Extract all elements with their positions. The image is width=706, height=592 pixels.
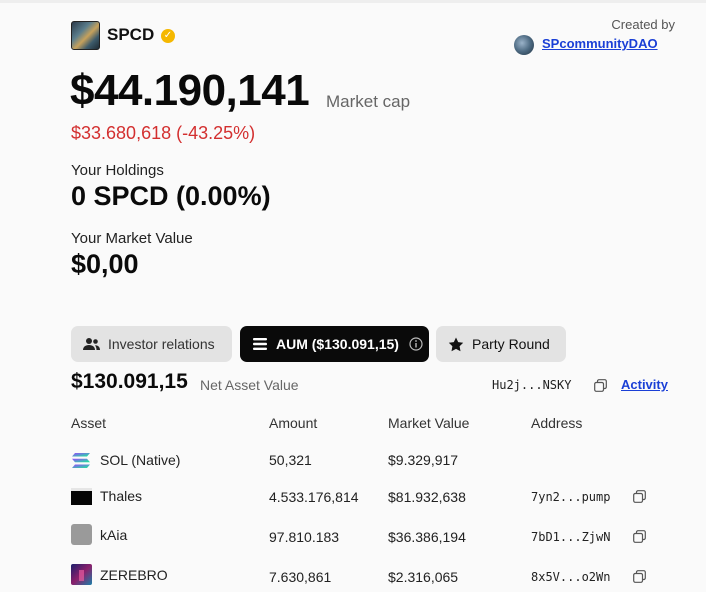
- net-asset-value: $130.091,15: [71, 370, 188, 393]
- asset-name: kAia: [100, 527, 128, 543]
- asset-amount: 97.810.183: [269, 529, 340, 545]
- asset-name: Thales: [100, 488, 143, 504]
- copy-icon[interactable]: [633, 570, 646, 583]
- market-value-amount: $0,00: [71, 249, 139, 279]
- copy-icon[interactable]: [594, 379, 607, 392]
- top-divider: [0, 0, 706, 3]
- column-header-market-value: Market Value: [388, 415, 470, 431]
- list-icon: [252, 337, 268, 351]
- column-header-address: Address: [531, 415, 583, 431]
- kaia-icon: [71, 524, 92, 545]
- market-cap-change: $33.680,618 (-43.25%): [71, 123, 256, 143]
- market-value-label: Your Market Value: [71, 230, 193, 247]
- holdings-value: 0 SPCD (0.00%): [71, 181, 271, 211]
- created-by-label: Created by: [611, 17, 675, 32]
- holdings-label: Your Holdings: [71, 162, 164, 179]
- tab-investor-relations[interactable]: Investor relations: [71, 326, 232, 362]
- copy-icon[interactable]: [633, 530, 646, 543]
- thales-icon: [71, 486, 92, 507]
- asset-address: 8x5V...o2Wn: [531, 570, 611, 584]
- asset-name: ZEREBRO: [100, 567, 168, 583]
- zerebro-icon: [71, 564, 92, 585]
- asset-amount: 7.630,861: [269, 569, 332, 585]
- market-cap-value: $44.190,141: [70, 66, 310, 115]
- solana-icon: [71, 450, 92, 471]
- verified-badge-icon: ✓: [161, 29, 175, 43]
- column-header-asset: Asset: [71, 415, 107, 431]
- asset-amount: 4.533.176,814: [269, 489, 359, 505]
- token-logo-icon: [71, 21, 100, 50]
- treasury-address: Hu2j...NSKY: [492, 378, 572, 392]
- tab-aum[interactable]: AUM ($130.091,15): [240, 326, 429, 362]
- asset-address: 7yn2...pump: [531, 490, 611, 504]
- activity-link[interactable]: Activity: [621, 377, 668, 392]
- market-cap-label: Market cap: [326, 92, 411, 111]
- tab-party-round[interactable]: Party Round: [436, 326, 566, 362]
- column-header-amount: Amount: [269, 415, 318, 431]
- copy-icon[interactable]: [633, 490, 646, 503]
- asset-market-value: $9.329,917: [388, 452, 459, 468]
- creator-link[interactable]: SPcommunityDAO: [542, 36, 658, 51]
- star-icon: [448, 337, 464, 352]
- creator-avatar[interactable]: [514, 35, 534, 55]
- info-icon[interactable]: [409, 337, 423, 351]
- asset-name: SOL (Native): [100, 452, 181, 468]
- asset-address: 7bD1...ZjwN: [531, 530, 611, 544]
- tab-label: Investor relations: [108, 336, 215, 352]
- tab-label: AUM ($130.091,15): [276, 336, 399, 352]
- tab-label: Party Round: [472, 336, 550, 352]
- asset-amount: 50,321: [269, 452, 312, 468]
- net-asset-value-label: Net Asset Value: [200, 377, 299, 393]
- users-icon: [83, 337, 100, 351]
- asset-market-value: $2.316,065: [388, 569, 459, 585]
- asset-market-value: $36.386,194: [388, 529, 466, 545]
- asset-market-value: $81.932,638: [388, 489, 466, 505]
- token-name: SPCD: [107, 25, 155, 44]
